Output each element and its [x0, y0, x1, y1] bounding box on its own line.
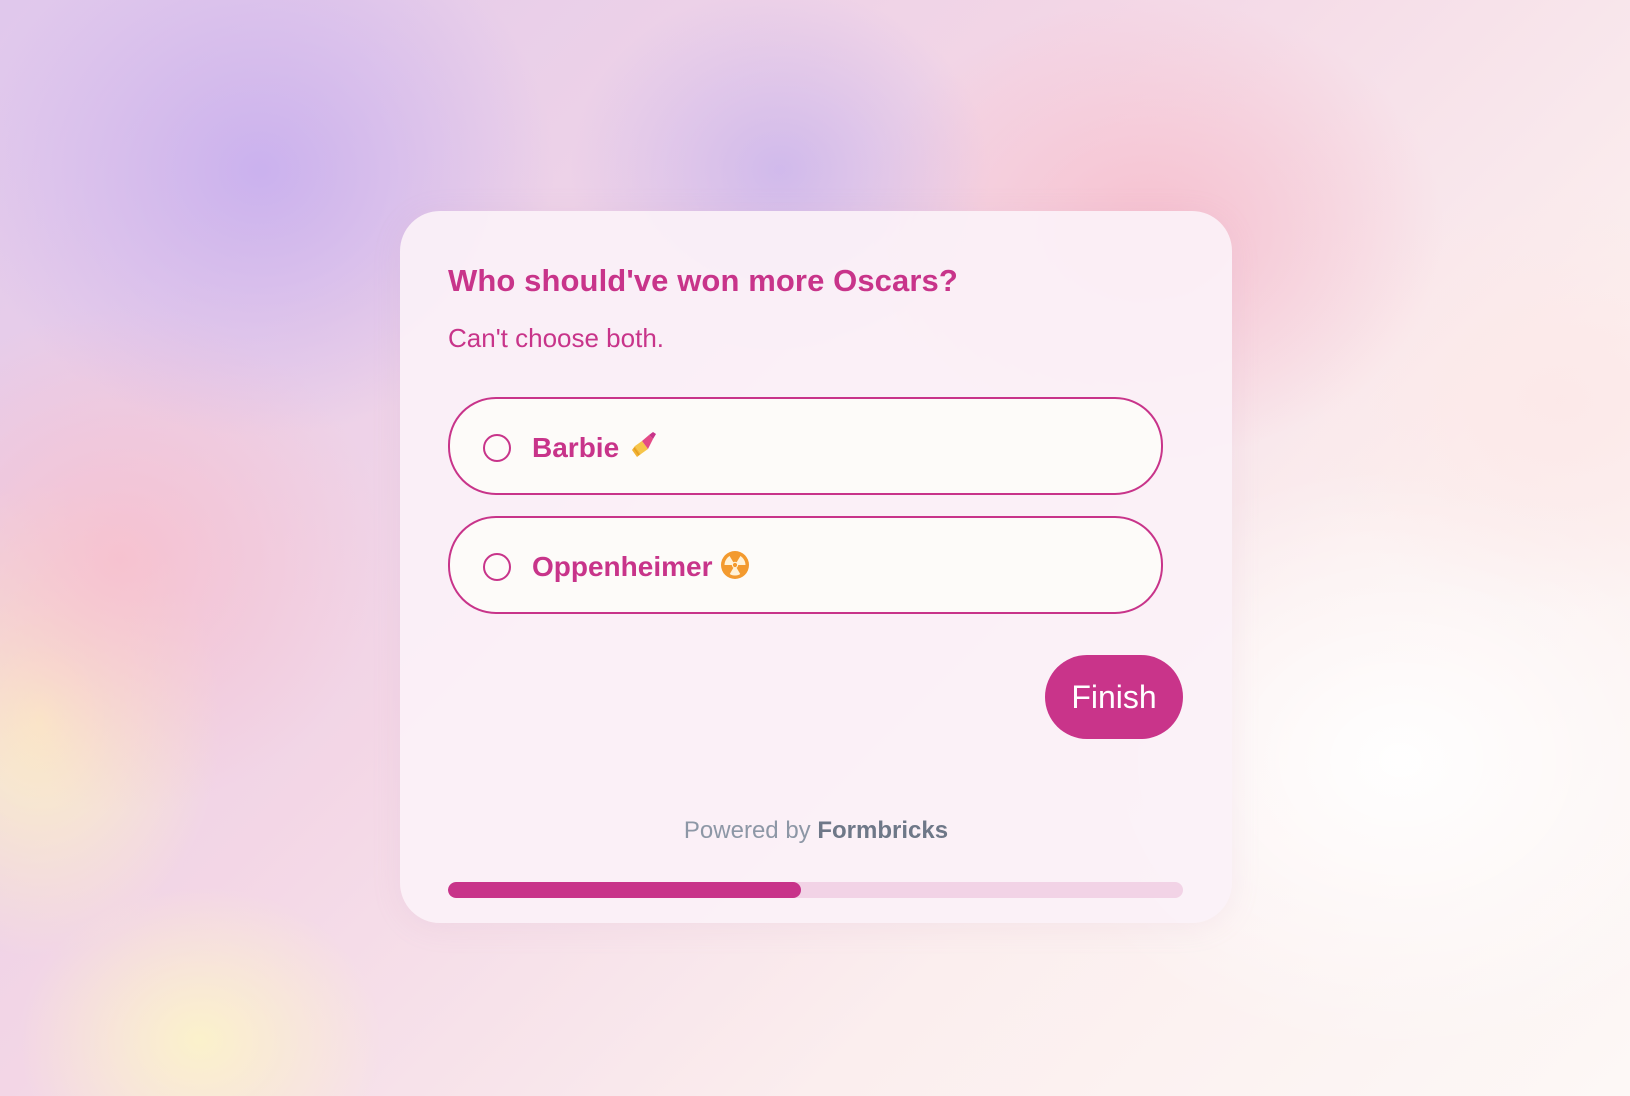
progress-bar: [448, 882, 1183, 898]
formbricks-link[interactable]: Formbricks: [817, 817, 948, 844]
option-label: Barbie: [532, 432, 620, 463]
radioactive-icon: [720, 550, 750, 587]
option-label-wrapper: Oppenheimer: [532, 550, 750, 587]
question-title: Who should've won more Oscars?: [448, 263, 958, 298]
option-oppenheimer[interactable]: Oppenheimer: [448, 516, 1163, 614]
radio-button[interactable]: [483, 553, 511, 581]
radio-button[interactable]: [483, 434, 511, 462]
progress-bar-fill: [448, 882, 801, 898]
question-subheader: Can't choose both.: [448, 323, 664, 353]
option-label-wrapper: Barbie: [532, 431, 657, 468]
nail-polish-icon: [627, 431, 657, 468]
option-barbie[interactable]: Barbie: [448, 397, 1163, 495]
powered-by-text: Powered by: [683, 817, 811, 844]
survey-card: Who should've won more Oscars? Can't cho…: [400, 211, 1232, 923]
finish-button[interactable]: Finish: [1045, 655, 1183, 739]
powered-by: Powered by Formbricks: [400, 817, 1232, 845]
option-label: Oppenheimer: [532, 551, 713, 582]
